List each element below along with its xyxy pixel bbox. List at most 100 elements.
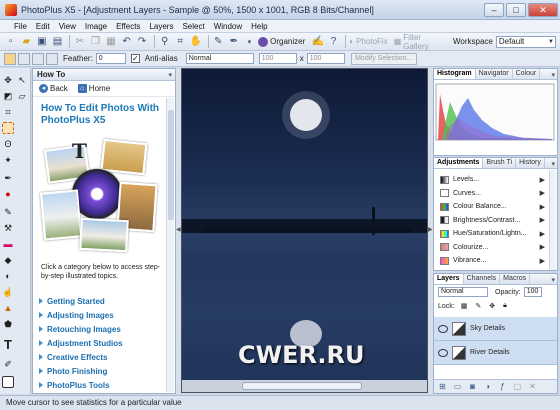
save-icon[interactable]: ▣ [35, 35, 49, 49]
how-to-scrollbar[interactable] [166, 98, 174, 392]
hand-icon[interactable]: ✋ [189, 35, 203, 49]
play-arrow-icon[interactable]: ▶ [540, 189, 545, 197]
link-photo-finishing[interactable]: Photo Finishing [37, 364, 162, 378]
menu-help[interactable]: Help [251, 22, 267, 31]
photofix-button[interactable]: ◐ PhotoFix [349, 37, 387, 46]
brush-tool-icon[interactable]: ✎ [2, 206, 14, 218]
lock-pixels-icon[interactable]: ✎ [475, 302, 481, 310]
adj-vibrance[interactable]: Vibrance... ▶ [434, 254, 557, 268]
tab-adjustments[interactable]: Adjustments [434, 158, 484, 168]
minimize-button[interactable]: – [484, 2, 504, 17]
workspace-select[interactable]: Default [495, 35, 556, 48]
adj-brightness-contrast[interactable]: Brightness/Contrast... ▶ [434, 214, 557, 228]
width-input[interactable]: 100 [258, 53, 297, 64]
visibility-eye-icon[interactable] [438, 324, 448, 333]
back-button[interactable]: ◂ Back [39, 84, 68, 93]
tab-macros[interactable]: Macros [500, 274, 531, 284]
maximize-button[interactable]: □ [506, 2, 526, 17]
chevron-down-icon[interactable]: ▾ [243, 35, 257, 49]
scrollbar-thumb[interactable] [168, 110, 174, 220]
paste-icon[interactable]: ▦ [104, 35, 118, 49]
blend-mode-select[interactable]: Normal [185, 53, 254, 64]
rectangle-select-icon[interactable] [4, 52, 16, 65]
modify-selection-button[interactable]: Modify Selection... [350, 52, 417, 65]
menu-edit[interactable]: Edit [36, 22, 50, 31]
scrollbar-thumb[interactable] [242, 382, 362, 390]
mask-icon[interactable]: ◙ [468, 382, 477, 391]
adj-hue-saturation[interactable]: Hue/Saturation/Lightn... ▶ [434, 227, 557, 241]
antialias-checkbox[interactable]: ✓ [130, 54, 140, 63]
selection-move-icon[interactable]: ↖ [16, 74, 28, 86]
play-arrow-icon[interactable]: ▶ [540, 257, 545, 265]
tab-layers[interactable]: Layers [434, 274, 464, 284]
adj-curves[interactable]: Curves... ▶ [434, 187, 557, 201]
sponge-tool-icon[interactable]: ▲ [2, 302, 14, 314]
lasso-tool-icon[interactable]: ʘ [2, 138, 14, 150]
panel-menu-icon[interactable]: ▾ [551, 276, 555, 284]
play-arrow-icon[interactable]: ▶ [540, 216, 545, 224]
menu-window[interactable]: Window [214, 22, 242, 31]
help-icon[interactable]: ? [327, 35, 341, 49]
tab-colour[interactable]: Colour [513, 69, 541, 79]
move-tool-icon[interactable]: ✥ [2, 74, 14, 86]
document-canvas[interactable]: CWER.RU [181, 68, 428, 393]
panel-menu-icon[interactable]: ▾ [551, 160, 555, 168]
add-selection-icon[interactable] [18, 52, 30, 65]
dodge-tool-icon[interactable]: ◐ [2, 270, 14, 282]
filter-gallery-button[interactable]: ▦ Filter Gallery [394, 33, 447, 51]
print-icon[interactable]: ▤ [51, 35, 65, 49]
fill-tool-icon[interactable]: ◆ [2, 254, 14, 266]
tab-history[interactable]: History [516, 158, 545, 168]
magic-wand-icon[interactable]: ✦ [2, 154, 14, 166]
subtract-selection-icon[interactable] [32, 52, 44, 65]
zoom-icon[interactable]: ⚲ [158, 35, 172, 49]
layer-row[interactable]: River Details [434, 341, 557, 365]
link-photoplus-tools[interactable]: PhotoPlus Tools [37, 378, 162, 392]
collapse-left-icon[interactable]: ◀ [176, 226, 181, 233]
opacity-input[interactable]: 100 [523, 287, 542, 297]
new-file-icon[interactable]: ▫ [4, 35, 18, 49]
feather-input[interactable]: 0 [95, 53, 126, 64]
height-input[interactable]: 100 [306, 53, 345, 64]
play-arrow-icon[interactable]: ▶ [540, 176, 545, 184]
undo-icon[interactable]: ↶ [120, 35, 134, 49]
link-retouching-images[interactable]: Retouching Images [37, 322, 162, 336]
crop-icon[interactable]: ⌗ [173, 35, 187, 49]
eyedropper-icon[interactable]: ✒ [2, 172, 14, 184]
layer-blend-select[interactable]: Normal [438, 287, 488, 297]
eraser-icon[interactable]: ▬ [2, 238, 14, 250]
home-button[interactable]: ⌂ Home [77, 84, 110, 93]
lock-transparency-icon[interactable]: ▦ [461, 302, 468, 310]
adjustment-icon[interactable]: ◑ [483, 382, 492, 391]
lock-all-icon[interactable]: 🔒︎ [503, 302, 507, 310]
panel-menu-icon[interactable]: ▾ [168, 71, 172, 79]
play-arrow-icon[interactable]: ▶ [540, 243, 545, 251]
layer-row[interactable]: Sky Details [434, 317, 557, 341]
link-adjusting-images[interactable]: Adjusting Images [37, 308, 162, 322]
menu-view[interactable]: View [59, 22, 76, 31]
how-to-tab[interactable]: How To [37, 70, 65, 79]
picker-icon[interactable]: ✒ [227, 35, 241, 49]
lock-position-icon[interactable]: ✥ [489, 302, 495, 310]
tab-histogram[interactable]: Histogram [434, 69, 476, 79]
clone-tool-icon[interactable]: ⚒ [2, 222, 14, 234]
red-eye-icon[interactable]: ● [2, 188, 14, 200]
menu-layers[interactable]: Layers [149, 22, 173, 31]
link-creative-effects[interactable]: Creative Effects [37, 350, 162, 364]
tab-navigator[interactable]: Navigator [476, 69, 513, 79]
link-adjustment-studios[interactable]: Adjustment Studios [37, 336, 162, 350]
adj-levels[interactable]: Levels... ▶ [434, 173, 557, 187]
open-folder-icon[interactable]: ▰ [20, 35, 34, 49]
adj-colour-balance[interactable]: Colour Balance... ▶ [434, 200, 557, 214]
edit-icon[interactable]: ✍ [311, 35, 325, 49]
tab-channels[interactable]: Channels [464, 274, 501, 284]
delete-icon[interactable]: ✕ [528, 382, 537, 391]
collapse-right-icon[interactable]: ▶ [428, 226, 433, 233]
adj-colourize[interactable]: Colourize... ▶ [434, 241, 557, 255]
ruler-icon[interactable]: ▱ [16, 90, 28, 102]
text-tool-icon[interactable]: T [2, 337, 14, 352]
color-swatch-icon[interactable] [2, 376, 14, 388]
effects-icon[interactable]: ƒ [498, 382, 507, 391]
panel-menu-icon[interactable]: ▾ [551, 71, 555, 79]
play-arrow-icon[interactable]: ▶ [540, 230, 545, 238]
